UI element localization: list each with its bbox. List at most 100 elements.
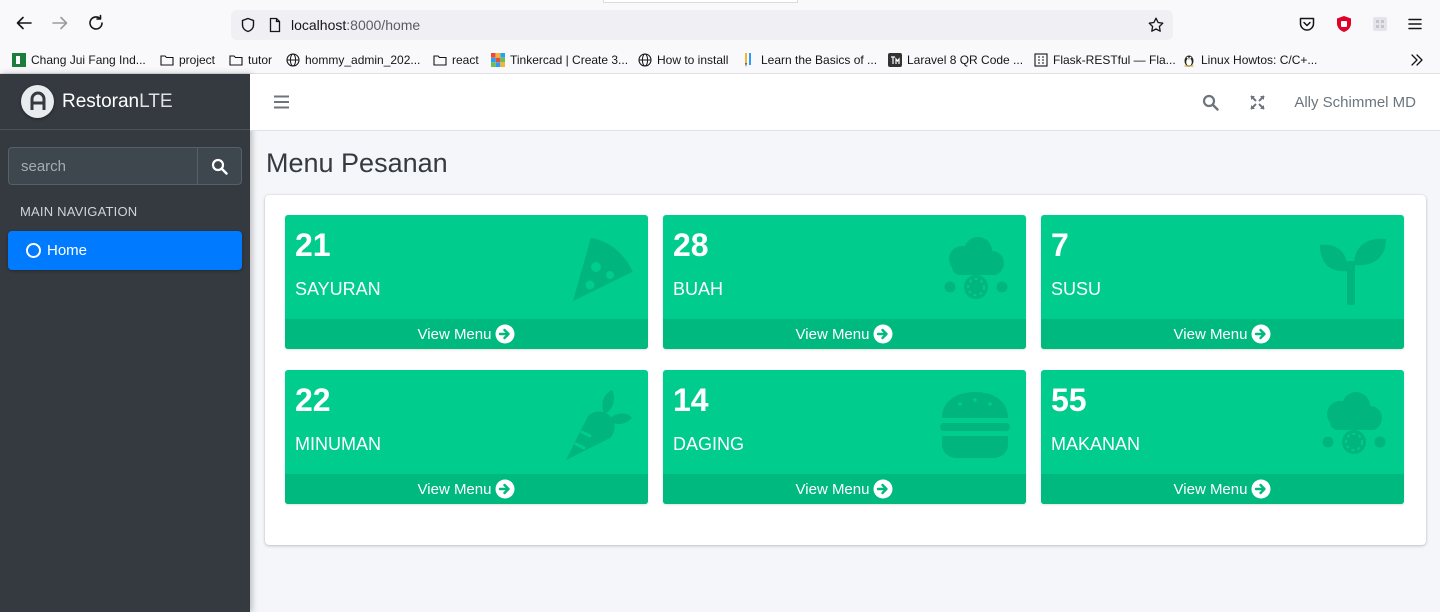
pizza-slice-icon [560,233,634,307]
menu-card: 21 SAYURAN View Menu 28 BUAH View Menu 7… [265,195,1426,545]
view-menu-label: View Menu [1173,325,1248,343]
url-bar[interactable]: localhost:8000/home [231,10,1173,40]
bookmarks-overflow-button[interactable] [1410,51,1429,69]
user-name[interactable]: Ally Schimmel MD [1294,94,1416,111]
reload-button[interactable] [84,11,108,35]
forward-button[interactable] [48,11,72,35]
menu-box-makanan: 55 MAKANAN View Menu [1041,370,1404,504]
box-count: 14 [673,382,709,418]
menu-box-susu: 7 SUSU View Menu [1041,215,1404,349]
box-count: 7 [1051,227,1069,263]
double-chevron-right-icon [1410,53,1424,67]
bookmark-item[interactable]: hommy_admin_202... [286,51,420,69]
url-text: localhost:8000/home [291,17,420,33]
box-count: 28 [673,227,709,263]
nav-header: MAIN NAVIGATION [20,204,138,219]
search-icon [211,158,228,175]
bookmarks-bar: Chang Jui Fang Ind... project tutor homm… [0,46,1440,74]
bookmark-item[interactable]: How to install [638,51,728,69]
bookmark-item[interactable]: tutor [229,51,272,69]
bookmark-item[interactable]: Laravel 8 QR Code ... [888,51,1023,69]
view-menu-label: View Menu [795,480,870,498]
globe-icon [638,53,652,67]
bookmark-label: tutor [248,53,273,67]
bookmark-item[interactable]: Learn the Basics of ... [742,51,877,69]
view-menu-label: View Menu [1173,480,1248,498]
top-navbar: Ally Schimmel MD [250,74,1440,131]
forward-arrow-icon [52,16,68,30]
view-menu-link[interactable]: View Menu [285,319,648,349]
bookmark-item[interactable]: Chang Jui Fang Ind... [12,51,146,69]
view-menu-link[interactable]: View Menu [663,474,1026,504]
arrow-circle-right-icon [1251,324,1271,344]
box-category: DAGING [673,434,745,454]
circle-icon [26,243,41,258]
arrow-circle-right-icon [873,479,893,499]
back-button[interactable] [12,11,36,35]
tux-icon [1182,53,1196,67]
bookmark-label: Learn the Basics of ... [761,53,878,67]
hamburger-menu-icon [274,95,289,109]
globe-icon [286,53,300,67]
sidebar-item-home[interactable]: Home [8,231,242,270]
view-menu-link[interactable]: View Menu [663,319,1026,349]
bookmark-label: Flask-RESTful — Fla... [1053,53,1176,67]
brand-name-bold: Restoran [62,90,140,112]
bookmark-item[interactable]: project [160,51,215,69]
arrow-circle-right-icon [495,324,515,344]
carrot-icon [560,388,634,462]
bookmark-label: Laravel 8 QR Code ... [907,53,1024,67]
extension-icon[interactable] [1371,15,1389,33]
bookmark-label: Linux Howtos: C/C+... [1201,53,1318,67]
bookmark-label: react [452,53,479,67]
app-menu-icon[interactable] [1406,15,1424,33]
box-category: SUSU [1051,279,1102,299]
shield-icon[interactable] [240,17,256,33]
brand-logo-icon [21,85,54,118]
url-path: :8000/home [346,17,421,33]
ublock-shield-icon[interactable] [1335,15,1353,33]
view-menu-link[interactable]: View Menu [285,474,648,504]
sidebar-search-form [8,147,242,185]
cloud-meatball-icon [1316,388,1390,462]
view-menu-link[interactable]: View Menu [1041,474,1404,504]
box-count: 21 [295,227,331,263]
folder-icon [160,53,174,67]
view-menu-label: View Menu [795,325,870,343]
sidebar: RestoranLTE MAIN NAVIGATION Home [0,74,250,612]
bookmark-item[interactable]: Tinkercad | Create 3... [491,51,628,69]
sidebar-search-input[interactable] [8,147,197,185]
menu-toggle-button[interactable] [274,95,289,109]
navbar-search-button[interactable] [1202,94,1219,111]
pocket-icon[interactable] [1298,15,1316,33]
fullscreen-button[interactable] [1249,94,1266,111]
bookmark-label: How to install [657,53,729,67]
menu-box-sayuran: 21 SAYURAN View Menu [285,215,648,349]
search-icon [1202,94,1219,111]
url-host: localhost [291,17,347,33]
cloud-meatball-icon [938,233,1012,307]
box-category: BUAH [673,279,724,299]
box-category: SAYURAN [295,279,381,299]
box-category: MINUMAN [295,434,381,454]
reload-icon [89,14,103,30]
bookmark-item[interactable]: Flask-RESTful — Fla... [1034,51,1176,69]
sidebar-search-button[interactable] [197,147,242,185]
bookmark-label: Tinkercad | Create 3... [510,53,629,67]
back-arrow-icon [16,16,32,30]
brand-link[interactable]: RestoranLTE [0,74,250,130]
bookmark-star-icon[interactable] [1148,17,1164,33]
bookmark-label: Chang Jui Fang Ind... [31,53,146,67]
menu-box-daging: 14 DAGING View Menu [663,370,1026,504]
green-square-icon [12,53,26,67]
menu-box-minuman: 22 MINUMAN View Menu [285,370,648,504]
page-icon [267,17,283,33]
bookmark-item[interactable]: Linux Howtos: C/C+... [1182,51,1317,69]
view-menu-label: View Menu [417,325,492,343]
bookmark-item[interactable]: react [433,51,479,69]
box-count: 55 [1051,382,1087,418]
view-menu-label: View Menu [417,480,492,498]
folder-icon [229,53,243,67]
browser-toolbar: localhost:8000/home [0,0,1440,46]
view-menu-link[interactable]: View Menu [1041,319,1404,349]
